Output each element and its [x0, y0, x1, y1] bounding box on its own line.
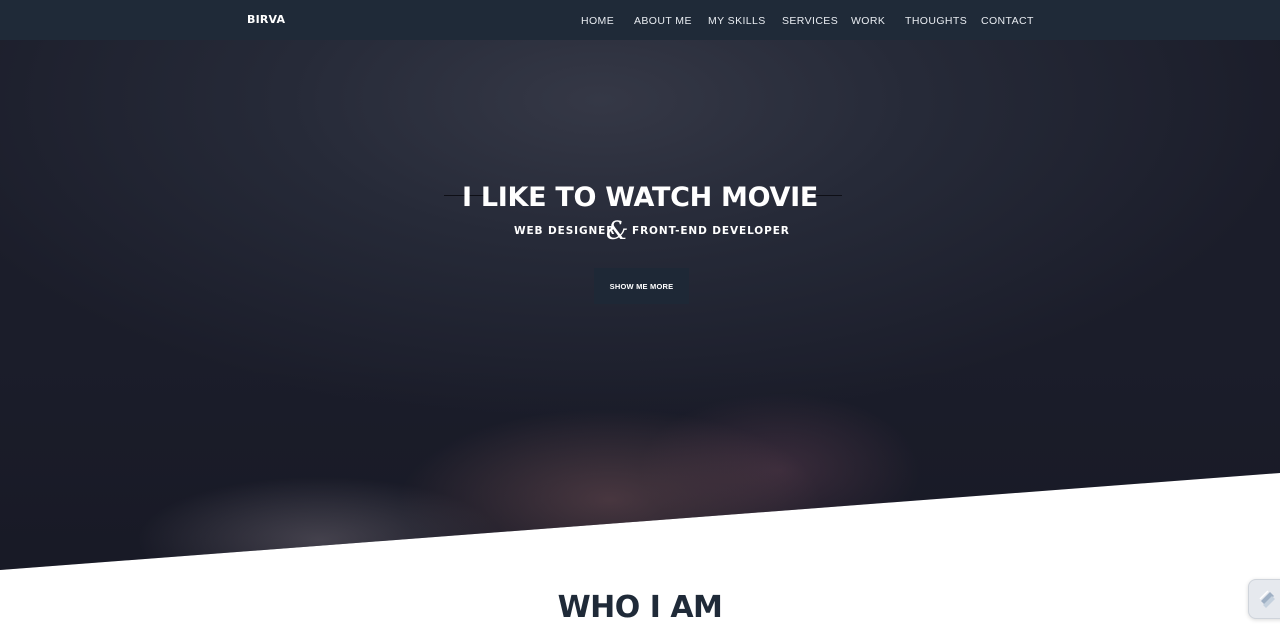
- scroll-widget-icon: [1259, 590, 1275, 608]
- nav-link-about-me[interactable]: ABOUT ME: [634, 15, 692, 27]
- nav-link-my-skills[interactable]: MY SKILLS: [708, 15, 766, 27]
- nav-link-services[interactable]: SERVICES: [782, 15, 838, 27]
- nav-link-contact[interactable]: CONTACT: [981, 15, 1034, 27]
- navbar: BIRVA HOME ABOUT ME MY SKILLS SERVICES W…: [0, 0, 1280, 40]
- hero-title: I LIKE TO WATCH MOVIE: [461, 182, 818, 213]
- scroll-widget[interactable]: [1248, 579, 1280, 619]
- ampersand: &: [606, 216, 629, 245]
- nav-link-thoughts[interactable]: THOUGHTS: [905, 15, 967, 27]
- show-me-more-button[interactable]: SHOW ME MORE: [594, 268, 689, 304]
- hero-section: I LIKE TO WATCH MOVIE WEB DESIGNER & FRO…: [0, 40, 1280, 570]
- subtitle-web-designer: WEB DESIGNER: [514, 225, 616, 237]
- hero-shade: [0, 40, 1280, 570]
- nav-link-home[interactable]: HOME: [581, 15, 614, 27]
- nav-links: HOME ABOUT ME MY SKILLS SERVICES WORK TH…: [0, 15, 1280, 29]
- who-i-am-heading: WHO I AM: [557, 590, 723, 625]
- nav-link-work[interactable]: WORK: [851, 15, 885, 27]
- hero-title-row: I LIKE TO WATCH MOVIE: [0, 182, 1280, 222]
- subtitle-front-end-developer: FRONT-END DEVELOPER: [632, 225, 790, 237]
- hero-subtitle: WEB DESIGNER & FRONT-END DEVELOPER: [0, 218, 1280, 248]
